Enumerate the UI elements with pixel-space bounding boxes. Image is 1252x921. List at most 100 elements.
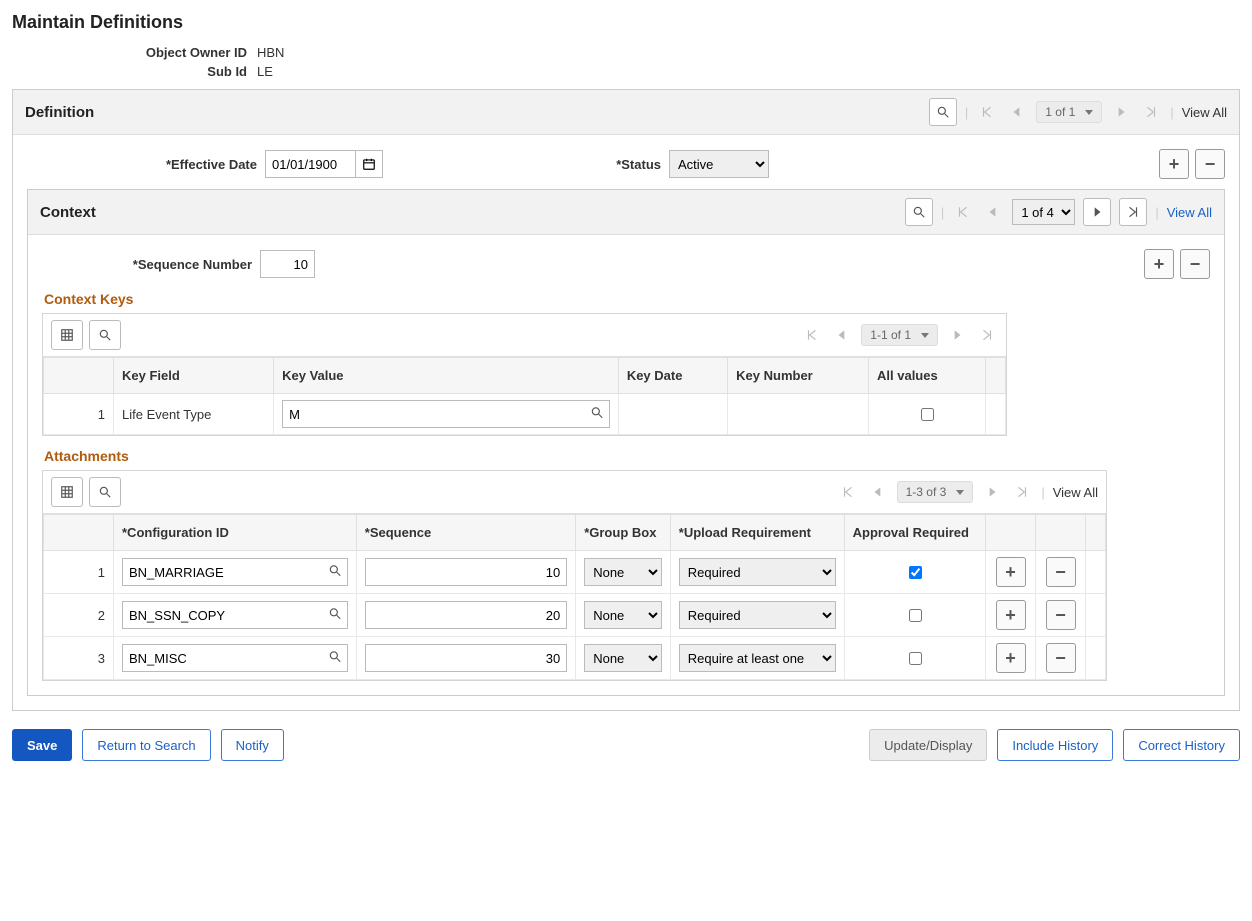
chevron-right-icon	[950, 328, 964, 342]
ck-pager[interactable]: 1-1 of 1	[861, 324, 938, 346]
next-row-button[interactable]	[1110, 103, 1132, 121]
att-delete-row-button[interactable]: −	[1046, 557, 1076, 587]
chevron-down-icon	[1081, 105, 1093, 119]
att-prev-button[interactable]	[867, 483, 889, 501]
group-box-select[interactable]: None	[584, 644, 662, 672]
search-icon	[912, 205, 926, 219]
page-title: Maintain Definitions	[12, 12, 1240, 33]
update-display-button[interactable]: Update/Display	[869, 729, 987, 761]
context-first-button[interactable]	[952, 203, 974, 221]
approval-required-checkbox[interactable]	[909, 566, 922, 579]
object-owner-id-value: HBN	[257, 45, 284, 60]
definition-add-row-button[interactable]: +	[1159, 149, 1189, 179]
sequence-input[interactable]	[365, 558, 567, 586]
effective-date-label: *Effective Date	[27, 157, 257, 172]
att-next-button[interactable]	[981, 483, 1003, 501]
chevron-right-icon	[985, 485, 999, 499]
effective-date-input[interactable]	[265, 150, 355, 178]
row-number: 1	[44, 551, 114, 594]
calendar-icon	[362, 157, 376, 171]
col-sequence: *Sequence	[356, 515, 575, 551]
approval-required-checkbox[interactable]	[909, 609, 922, 622]
last-icon	[1126, 205, 1140, 219]
sequence-number-input[interactable]	[260, 250, 315, 278]
definition-delete-row-button[interactable]: −	[1195, 149, 1225, 179]
att-last-button[interactable]	[1011, 483, 1033, 501]
upload-req-select[interactable]: Required	[679, 601, 836, 629]
sequence-number-label: *Sequence Number	[42, 257, 252, 272]
sequence-input[interactable]	[365, 644, 567, 672]
config-id-input[interactable]	[122, 644, 348, 672]
col-key-number: Key Number	[728, 358, 869, 394]
chevron-right-icon	[1090, 205, 1104, 219]
col-key-date: Key Date	[618, 358, 727, 394]
row-number: 1	[44, 394, 114, 435]
search-icon	[936, 105, 950, 119]
definition-pager[interactable]: 1 of 1	[1036, 101, 1102, 123]
lookup-icon[interactable]	[328, 607, 342, 624]
correct-history-button[interactable]: Correct History	[1123, 729, 1240, 761]
search-icon	[590, 406, 604, 420]
att-pager[interactable]: 1-3 of 3	[897, 481, 974, 503]
group-box-select[interactable]: None	[584, 558, 662, 586]
att-add-row-button[interactable]: +	[996, 643, 1026, 673]
separator: |	[1170, 105, 1173, 120]
ck-next-button[interactable]	[946, 326, 968, 344]
ck-first-button[interactable]	[801, 326, 823, 344]
last-icon	[980, 328, 994, 342]
status-select[interactable]: Active	[669, 150, 769, 178]
context-pager[interactable]: 1 of 4	[1012, 199, 1075, 225]
save-button[interactable]: Save	[12, 729, 72, 761]
context-last-button[interactable]	[1119, 198, 1147, 226]
context-view-all[interactable]: View All	[1167, 205, 1212, 220]
col-key-field: Key Field	[114, 358, 274, 394]
context-next-button[interactable]	[1083, 198, 1111, 226]
att-view-all[interactable]: View All	[1053, 485, 1098, 500]
key-field-cell: Life Event Type	[114, 394, 274, 435]
col-config-id: *Configuration ID	[114, 515, 357, 551]
att-add-row-button[interactable]: +	[996, 557, 1026, 587]
context-delete-row-button[interactable]: −	[1180, 249, 1210, 279]
upload-req-select[interactable]: Require at least one	[679, 644, 836, 672]
search-icon	[98, 485, 112, 499]
prev-row-button[interactable]	[1006, 103, 1028, 121]
att-zoom-button[interactable]	[89, 477, 121, 507]
last-row-button[interactable]	[1140, 103, 1162, 121]
approval-required-checkbox[interactable]	[909, 652, 922, 665]
sequence-input[interactable]	[365, 601, 567, 629]
first-icon	[980, 105, 994, 119]
grid-icon	[60, 485, 74, 499]
context-add-row-button[interactable]: +	[1144, 249, 1174, 279]
context-find-button[interactable]	[905, 198, 933, 226]
key-value-input[interactable]	[282, 400, 610, 428]
effective-date-calendar-button[interactable]	[355, 150, 383, 178]
definition-view-all[interactable]: View All	[1182, 105, 1227, 120]
all-values-checkbox[interactable]	[921, 408, 934, 421]
context-prev-button[interactable]	[982, 203, 1004, 221]
att-personalize-button[interactable]	[51, 477, 83, 507]
notify-button[interactable]: Notify	[221, 729, 284, 761]
att-delete-row-button[interactable]: −	[1046, 600, 1076, 630]
att-add-row-button[interactable]: +	[996, 600, 1026, 630]
lookup-icon[interactable]	[328, 564, 342, 581]
upload-req-select[interactable]: Required	[679, 558, 836, 586]
att-first-button[interactable]	[837, 483, 859, 501]
ck-prev-button[interactable]	[831, 326, 853, 344]
config-id-input[interactable]	[122, 601, 348, 629]
ck-last-button[interactable]	[976, 326, 998, 344]
sub-id-value: LE	[257, 64, 273, 79]
return-to-search-button[interactable]: Return to Search	[82, 729, 210, 761]
group-box-select[interactable]: None	[584, 601, 662, 629]
definition-find-button[interactable]	[929, 98, 957, 126]
chevron-left-icon	[871, 485, 885, 499]
att-delete-row-button[interactable]: −	[1046, 643, 1076, 673]
lookup-icon[interactable]	[590, 406, 604, 423]
status-label: *Status	[391, 157, 661, 172]
chevron-left-icon	[1010, 105, 1024, 119]
lookup-icon[interactable]	[328, 650, 342, 667]
first-row-button[interactable]	[976, 103, 998, 121]
include-history-button[interactable]: Include History	[997, 729, 1113, 761]
config-id-input[interactable]	[122, 558, 348, 586]
personalize-grid-button[interactable]	[51, 320, 83, 350]
zoom-grid-button[interactable]	[89, 320, 121, 350]
